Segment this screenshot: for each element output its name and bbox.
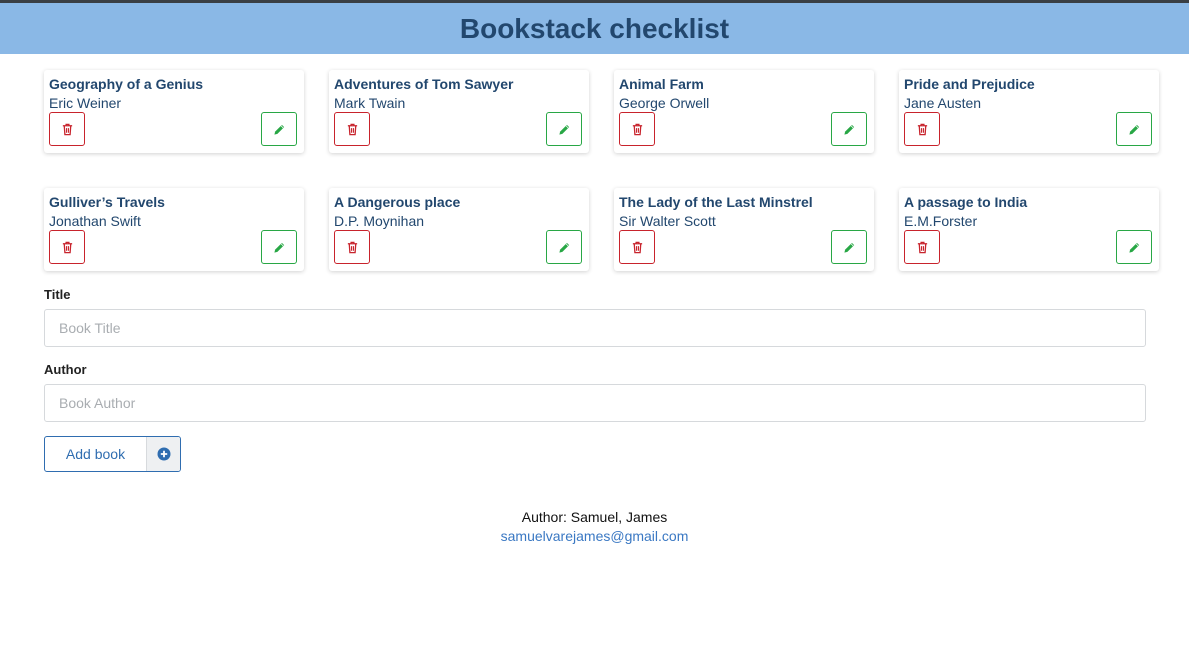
edit-button[interactable] (831, 230, 867, 264)
book-title: A passage to India (904, 194, 1028, 210)
author-input[interactable] (44, 384, 1146, 422)
footer-credit: Author: Samuel, James (521, 509, 668, 525)
book-author: Mark Twain (334, 95, 406, 111)
pencil-icon (273, 242, 284, 253)
book-card: Adventures of Tom Sawyer Mark Twain (329, 70, 589, 153)
footer-email-link[interactable]: samuelvarejames@gmail.com (501, 528, 689, 544)
book-author: Sir Walter Scott (619, 213, 716, 229)
delete-button[interactable] (334, 112, 370, 146)
book-title: Gulliver’s Travels (49, 194, 165, 210)
add-book-label: Add book (65, 446, 126, 462)
delete-button[interactable] (904, 112, 940, 146)
delete-button[interactable] (49, 230, 85, 264)
book-author: George Orwell (619, 95, 710, 111)
book-card: A Dangerous place D.P. Moynihan (329, 188, 589, 271)
page-title: Bookstack checklist (459, 12, 730, 44)
pencil-icon (273, 124, 284, 135)
trash-icon (917, 123, 927, 135)
edit-button[interactable] (1116, 230, 1152, 264)
pencil-icon (843, 242, 854, 253)
trash-icon (347, 241, 357, 253)
add-icon-container (146, 437, 180, 471)
edit-button[interactable] (261, 230, 297, 264)
book-title: Pride and Prejudice (904, 76, 1035, 92)
plus-circle-icon (157, 447, 170, 461)
delete-button[interactable] (334, 230, 370, 264)
trash-icon (917, 241, 927, 253)
delete-button[interactable] (619, 230, 655, 264)
trash-icon (62, 241, 72, 253)
book-author: Jonathan Swift (49, 213, 141, 229)
edit-button[interactable] (546, 112, 582, 146)
delete-button[interactable] (49, 112, 85, 146)
edit-button[interactable] (546, 230, 582, 264)
edit-button[interactable] (831, 112, 867, 146)
delete-button[interactable] (619, 112, 655, 146)
book-author: D.P. Moynihan (334, 213, 425, 229)
book-title: Animal Farm (619, 76, 704, 92)
author-label: Author (44, 362, 87, 377)
pencil-icon (558, 124, 569, 135)
delete-button[interactable] (904, 230, 940, 264)
title-label: Title (44, 287, 71, 302)
title-input[interactable] (44, 309, 1146, 347)
trash-icon (632, 241, 642, 253)
page-header: Bookstack checklist (0, 3, 1189, 54)
book-card: Geography of a Genius Eric Weiner (44, 70, 304, 153)
book-card: Gulliver’s Travels Jonathan Swift (44, 188, 304, 271)
trash-icon (62, 123, 72, 135)
pencil-icon (843, 124, 854, 135)
trash-icon (632, 123, 642, 135)
book-author: Eric Weiner (49, 95, 122, 111)
edit-button[interactable] (1116, 112, 1152, 146)
book-title: Geography of a Genius (49, 76, 204, 92)
book-author: E.M.Forster (904, 213, 978, 229)
book-card: The Lady of the Last Minstrel Sir Walter… (614, 188, 874, 271)
pencil-icon (1128, 124, 1139, 135)
book-author: Jane Austen (904, 95, 982, 111)
book-title: The Lady of the Last Minstrel (619, 194, 813, 210)
book-card: Animal Farm George Orwell (614, 70, 874, 153)
pencil-icon (1128, 242, 1139, 253)
trash-icon (347, 123, 357, 135)
book-title: Adventures of Tom Sawyer (334, 76, 514, 92)
book-card: Pride and Prejudice Jane Austen (899, 70, 1159, 153)
book-title: A Dangerous place (334, 194, 461, 210)
pencil-icon (558, 242, 569, 253)
page-footer: Author: Samuel, James samuelvarejames@gm… (0, 508, 1189, 546)
edit-button[interactable] (261, 112, 297, 146)
book-card: A passage to India E.M.Forster (899, 188, 1159, 271)
add-book-button[interactable]: Add book (44, 436, 181, 472)
